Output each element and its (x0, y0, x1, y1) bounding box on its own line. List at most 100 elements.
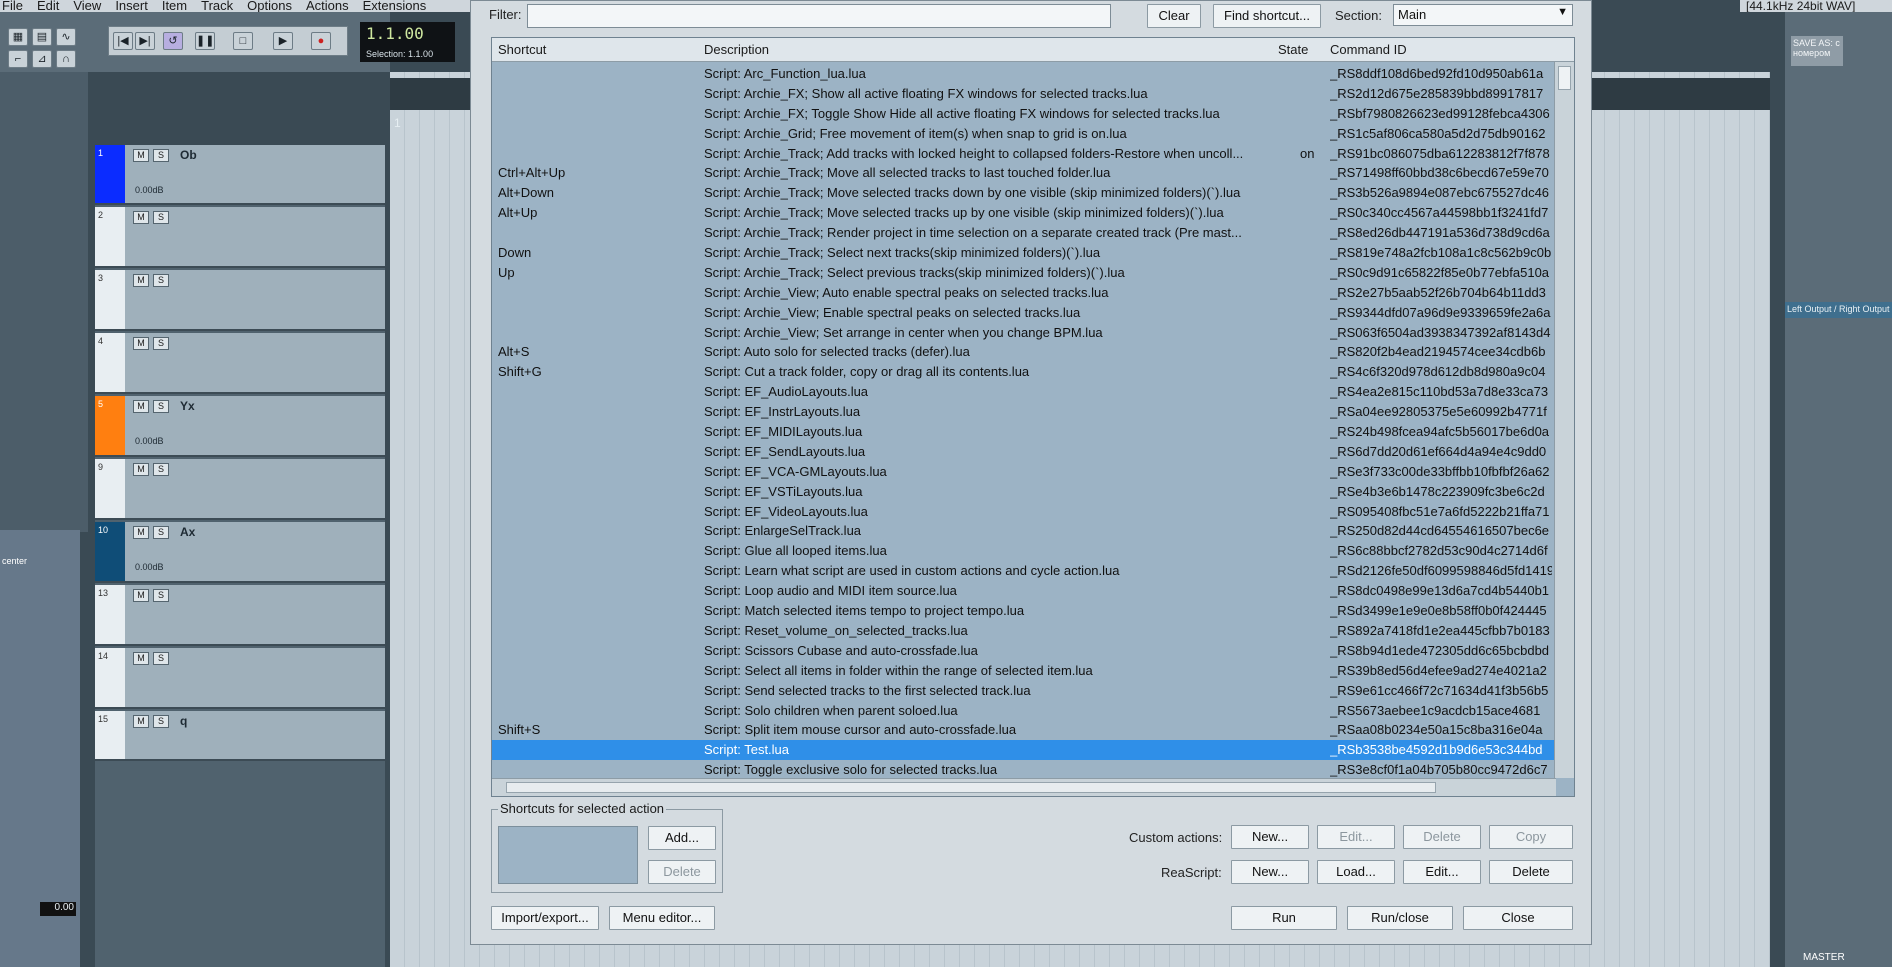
table-row[interactable]: Script: Loop audio and MIDI item source.… (492, 581, 1554, 601)
track-4[interactable]: 4MS (95, 333, 385, 394)
table-row[interactable]: Shift+G Script: Cut a track folder, copy … (492, 362, 1554, 382)
track-name[interactable]: Yx (180, 399, 195, 413)
hscroll-thumb[interactable] (506, 782, 1436, 793)
track-2[interactable]: 2MS (95, 207, 385, 268)
table-row[interactable]: Script: EF_SendLayouts.lua _RS6d7dd20d61e… (492, 442, 1554, 462)
shortcut-list[interactable] (498, 826, 638, 884)
vertical-scrollbar[interactable] (1554, 62, 1574, 778)
reascript-load-button[interactable]: Load... (1317, 860, 1395, 884)
track-name[interactable]: Ob (180, 148, 197, 162)
repeat-icon[interactable]: ↺ (163, 32, 183, 50)
record-icon[interactable]: ● (311, 32, 331, 50)
table-row[interactable]: Script: Solo children when parent soloed… (492, 701, 1554, 721)
custom-delete-button[interactable]: Delete (1403, 825, 1481, 849)
run-button[interactable]: Run (1231, 906, 1337, 930)
table-row[interactable]: Script: Send selected tracks to the firs… (492, 681, 1554, 701)
table-row[interactable]: Script: EF_VideoLayouts.lua _RS095408fbc5… (492, 502, 1554, 522)
menu-item-item[interactable]: Item (162, 0, 187, 12)
column-description[interactable]: Description (704, 42, 769, 57)
custom-copy-button[interactable]: Copy (1489, 825, 1573, 849)
track-13[interactable]: 13 M S (95, 585, 385, 646)
table-row[interactable]: Script: Learn what script are used in cu… (492, 561, 1554, 581)
filter-input[interactable] (527, 4, 1111, 28)
horizontal-scrollbar[interactable] (492, 778, 1556, 796)
pause-icon[interactable]: ❚❚ (195, 32, 215, 50)
menu-item-track[interactable]: Track (201, 0, 233, 12)
ripple-icon[interactable]: ⌐ (8, 50, 28, 68)
section-select[interactable]: Main ▼ (1393, 4, 1573, 26)
track-15[interactable]: 15 M Sq (95, 711, 385, 761)
scroll-thumb[interactable] (1558, 66, 1571, 90)
mute-button[interactable]: M (133, 337, 149, 350)
mute-button[interactable]: M (133, 400, 149, 413)
track-14[interactable]: 14 M S (95, 648, 385, 709)
table-row[interactable]: Script: EF_VCA-GMLayouts.lua _RSe3f733c00… (492, 462, 1554, 482)
color-icon[interactable]: ▤ (32, 28, 52, 46)
menu-item-options[interactable]: Options (247, 0, 292, 12)
mute-button[interactable]: M (133, 274, 149, 287)
table-row[interactable]: Script: Archie_View; Auto enable spectra… (492, 283, 1554, 303)
table-row[interactable]: Script: EF_VSTiLayouts.lua _RSe4b3e6b1478… (492, 482, 1554, 502)
mute-button[interactable]: M (133, 149, 149, 162)
menu-item-view[interactable]: View (73, 0, 101, 12)
solo-button[interactable]: S (153, 526, 169, 539)
mute-button[interactable]: M (133, 652, 149, 665)
solo-button[interactable]: S (153, 715, 169, 728)
clear-button[interactable]: Clear (1147, 4, 1201, 28)
reascript-new-button[interactable]: New... (1231, 860, 1309, 884)
run-close-button[interactable]: Run/close (1347, 906, 1453, 930)
track-5[interactable]: 5 M S Yx 0.00dB (95, 396, 385, 457)
solo-button[interactable]: S (153, 149, 169, 162)
mute-button[interactable]: M (133, 589, 149, 602)
find-shortcut-button[interactable]: Find shortcut... (1213, 4, 1321, 28)
mute-button[interactable]: M (133, 463, 149, 476)
custom-edit-button[interactable]: Edit... (1317, 825, 1395, 849)
table-row[interactable]: Up Script: Archie_Track; Select previous … (492, 263, 1554, 283)
table-row[interactable]: Alt+Up Script: Archie_Track; Move selecte… (492, 203, 1554, 223)
reascript-edit-button[interactable]: Edit... (1403, 860, 1481, 884)
mute-button[interactable]: M (133, 211, 149, 224)
table-row[interactable]: Script: Archie_FX; Show all active float… (492, 84, 1554, 104)
close-button[interactable]: Close (1463, 906, 1573, 930)
menu-item-extensions[interactable]: Extensions (363, 0, 427, 12)
snap-icon[interactable]: ⊿ (32, 50, 52, 68)
table-row[interactable]: Script: Test.lua _RSb3538be4592d1b9d6e53c… (492, 740, 1554, 761)
column-shortcut[interactable]: Shortcut (498, 42, 546, 57)
solo-button[interactable]: S (153, 463, 169, 476)
menu-item-file[interactable]: File (2, 0, 23, 12)
track-3[interactable]: 3MS (95, 270, 385, 331)
solo-button[interactable]: S (153, 337, 169, 350)
table-row[interactable]: Script: Match selected items tempo to pr… (492, 601, 1554, 621)
solo-button[interactable]: S (153, 589, 169, 602)
solo-button[interactable]: S (153, 652, 169, 665)
add-shortcut-button[interactable]: Add... (648, 826, 716, 850)
table-row[interactable]: Ctrl+Alt+Up Script: Archie_Track; Move al… (492, 163, 1554, 183)
menu-editor-button[interactable]: Menu editor... (609, 906, 715, 930)
menu-item-actions[interactable]: Actions (306, 0, 349, 12)
import-export-button[interactable]: Import/export... (491, 906, 599, 930)
play-icon[interactable]: ▶ (273, 32, 293, 50)
menu-item-edit[interactable]: Edit (37, 0, 59, 12)
table-row[interactable]: Script: EnlargeSelTrack.lua _RS250d82d44c… (492, 521, 1554, 541)
custom-new-button[interactable]: New... (1231, 825, 1309, 849)
table-row[interactable]: Script: Arc_Function_lua.lua _RS8ddf108d6… (492, 64, 1554, 84)
go-start-icon[interactable]: |◀ (113, 32, 133, 50)
table-row[interactable]: Script: EF_AudioLayouts.lua _RS4ea2e815c1… (492, 382, 1554, 402)
table-row[interactable]: Script: Select all items in folder withi… (492, 661, 1554, 681)
table-row[interactable]: Shift+S Script: Split item mouse cursor a… (492, 720, 1554, 740)
delete-shortcut-button[interactable]: Delete (648, 860, 716, 884)
table-row[interactable]: Script: Archie_View; Enable spectral pea… (492, 303, 1554, 323)
column-state[interactable]: State (1278, 42, 1308, 57)
table-row[interactable]: Script: Glue all looped items.lua _RS6c88… (492, 541, 1554, 561)
table-row[interactable]: Script: Archie_Grid; Free movement of it… (492, 124, 1554, 144)
track-name[interactable]: Ax (180, 525, 195, 539)
table-row[interactable]: Script: Archie_View; Set arrange in cent… (492, 323, 1554, 343)
magnet-icon[interactable]: ∩ (56, 50, 76, 68)
column-command-id[interactable]: Command ID (1330, 42, 1407, 57)
table-row[interactable]: Script: Archie_Track; Add tracks with lo… (492, 144, 1554, 164)
table-row[interactable]: Script: Archie_Track; Render project in … (492, 223, 1554, 243)
mute-button[interactable]: M (133, 526, 149, 539)
mute-button[interactable]: M (133, 715, 149, 728)
envelope-icon[interactable]: ∿ (56, 28, 76, 46)
reascript-delete-button[interactable]: Delete (1489, 860, 1573, 884)
